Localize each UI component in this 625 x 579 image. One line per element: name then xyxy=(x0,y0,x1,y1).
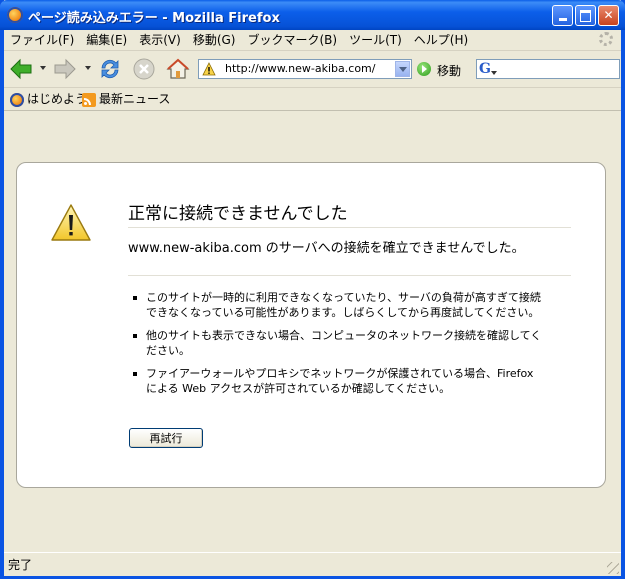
maximize-button[interactable] xyxy=(575,5,596,26)
back-dropdown-icon[interactable] xyxy=(40,66,46,70)
forward-button[interactable] xyxy=(52,56,78,82)
list-item: このサイトが一時的に利用できなくなっていたり、サーバの負荷が高すぎて接続できなく… xyxy=(133,290,546,320)
bookmark-getting-started[interactable]: はじめよう xyxy=(10,91,87,107)
menu-file[interactable]: ファイル(F) xyxy=(4,30,80,50)
bookmark-label: 最新ニュース xyxy=(99,92,171,106)
menu-help[interactable]: ヘルプ(H) xyxy=(408,30,474,50)
menu-bookmarks[interactable]: ブックマーク(B) xyxy=(241,30,343,50)
list-item: ファイアーウォールやプロキシでネットワークが保護されている場合、Firefox … xyxy=(133,366,546,396)
resize-grip-icon[interactable] xyxy=(607,562,619,574)
menu-edit[interactable]: 編集(E) xyxy=(80,30,133,50)
title-bar[interactable]: ページ読み込みエラー - Mozilla Firefox ✕ xyxy=(0,0,625,30)
home-button[interactable] xyxy=(165,56,191,82)
warning-icon xyxy=(202,62,216,76)
close-button[interactable]: ✕ xyxy=(598,5,619,26)
menu-view[interactable]: 表示(V) xyxy=(133,30,187,50)
list-item: 他のサイトも表示できない場合、コンピュータのネットワーク接続を確認してください。 xyxy=(133,328,546,358)
forward-dropdown-icon[interactable] xyxy=(85,66,91,70)
reload-button[interactable] xyxy=(97,56,123,82)
menu-tools[interactable]: ツール(T) xyxy=(343,30,408,50)
throbber-icon xyxy=(599,32,613,46)
menu-bar: ファイル(F) 編集(E) 表示(V) 移動(G) ブックマーク(B) ツール(T) ヘルプ… xyxy=(4,30,621,51)
url-dropdown-icon[interactable] xyxy=(395,61,410,77)
go-button-label[interactable]: 移動 xyxy=(437,62,461,79)
bookmark-latest-news[interactable]: 最新ニュース xyxy=(82,91,170,107)
error-panel: 正常に接続できませんでした www.new-akiba.com のサーバへの接続… xyxy=(16,162,606,488)
minimize-button[interactable] xyxy=(552,5,573,26)
error-title: 正常に接続できませんでした xyxy=(128,199,571,228)
window-title: ページ読み込みエラー - Mozilla Firefox xyxy=(28,11,280,26)
retry-button[interactable]: 再試行 xyxy=(129,428,203,448)
page-content: 正常に接続できませんでした www.new-akiba.com のサーバへの接続… xyxy=(4,111,621,551)
bookmark-label: はじめよう xyxy=(27,92,88,106)
go-icon[interactable] xyxy=(417,62,431,76)
error-suggestions: このサイトが一時的に利用できなくなっていたり、サーバの負荷が高すぎて接続できなく… xyxy=(132,290,546,404)
url-text[interactable]: http://www.new-akiba.com/ xyxy=(225,62,375,75)
back-button[interactable] xyxy=(8,56,34,82)
url-bar[interactable]: http://www.new-akiba.com/ xyxy=(198,59,412,79)
status-text: 完了 xyxy=(8,558,33,572)
firefox-icon xyxy=(10,92,24,107)
navigation-toolbar: http://www.new-akiba.com/ 移動 G xyxy=(4,51,621,88)
error-description: www.new-akiba.com のサーバへの接続を確立できませんでした。 xyxy=(128,237,571,276)
menu-go[interactable]: 移動(G) xyxy=(187,30,242,50)
rss-icon xyxy=(82,92,96,107)
stop-button[interactable] xyxy=(131,56,157,82)
search-engine-icon[interactable]: G xyxy=(479,61,497,77)
status-bar: 完了 xyxy=(4,552,621,576)
firefox-icon xyxy=(7,7,23,23)
warning-icon xyxy=(51,204,91,241)
bookmarks-toolbar: はじめよう 最新ニュース xyxy=(4,88,621,111)
search-input[interactable]: G xyxy=(476,59,620,79)
